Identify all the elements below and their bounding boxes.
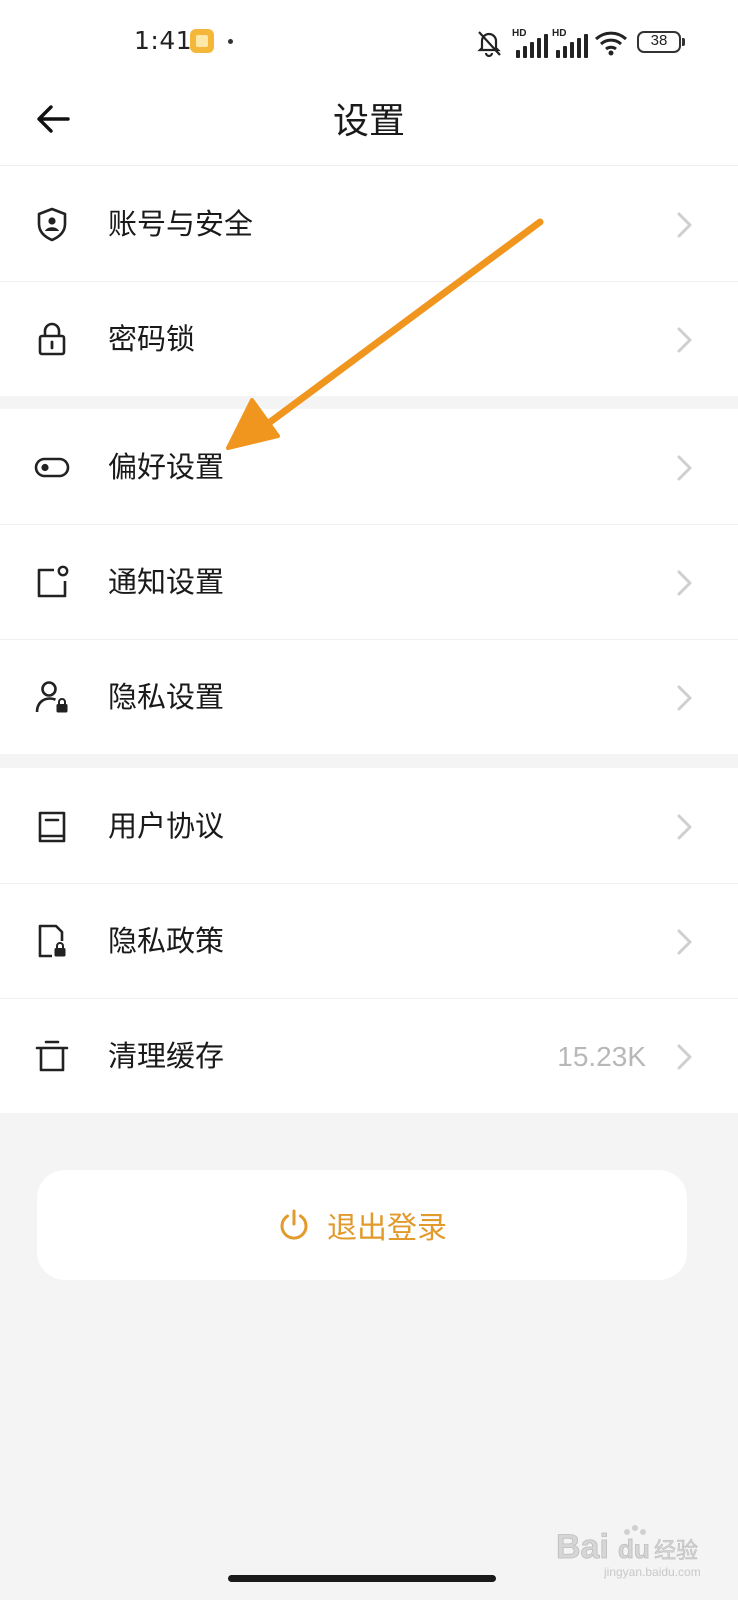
watermark-domain: jingyan.baidu.com (604, 1565, 701, 1579)
document-lock-icon (34, 923, 70, 959)
home-indicator[interactable] (228, 1575, 496, 1582)
chevron-right-icon (677, 212, 692, 238)
mute-bell-icon (477, 31, 501, 58)
lock-icon (34, 321, 70, 357)
signal-strength-2-icon: HD (552, 28, 592, 58)
settings-group-legal: 用户协议 隐私政策 清理缓存 15.23K (0, 768, 738, 1113)
settings-item-privacy-policy[interactable]: 隐私政策 (0, 883, 738, 998)
settings-screen: 1:41 HD HD 38 设置 账号与安全 密码锁 偏好设置 通知设置 隐私设… (0, 0, 738, 1600)
settings-item-label: 清理缓存 (108, 1039, 225, 1073)
notification-icon (34, 564, 70, 600)
chevron-right-icon (677, 929, 692, 955)
cache-size: 15.23K (557, 1041, 646, 1072)
settings-group-preferences: 偏好设置 通知设置 隐私设置 (0, 409, 738, 754)
header: 设置 (0, 84, 738, 166)
wifi-icon (594, 31, 628, 56)
chevron-right-icon (677, 455, 692, 481)
settings-item-preferences[interactable]: 偏好设置 (0, 409, 738, 524)
power-icon (280, 1209, 308, 1240)
chevron-right-icon (677, 327, 692, 353)
more-notifications-dot (228, 39, 233, 44)
page-title: 设置 (332, 101, 405, 142)
settings-item-label: 通知设置 (108, 565, 225, 599)
settings-item-label: 隐私设置 (108, 680, 225, 714)
svg-text:经验: 经验 (654, 1539, 698, 1564)
book-icon (34, 808, 70, 844)
settings-group-account: 账号与安全 密码锁 (0, 166, 738, 396)
toggle-icon (34, 449, 70, 485)
settings-item-notifications[interactable]: 通知设置 (0, 524, 738, 639)
chevron-right-icon (677, 814, 692, 840)
trash-icon (34, 1038, 70, 1074)
logout-label: 退出登录 (327, 1211, 447, 1246)
settings-item-label: 用户协议 (108, 809, 225, 843)
baidu-jingyan-watermark-logo: Bai du 经验 (556, 1525, 698, 1566)
settings-item-password-lock[interactable]: 密码锁 (0, 281, 738, 396)
settings-item-label: 隐私政策 (108, 924, 225, 958)
settings-item-account-security[interactable]: 账号与安全 (0, 166, 738, 281)
chevron-right-icon (677, 570, 692, 596)
app-notification-icon (190, 29, 214, 53)
logout-button[interactable]: 退出登录 (37, 1170, 687, 1280)
settings-item-clear-cache[interactable]: 清理缓存 15.23K (0, 998, 738, 1113)
settings-item-user-agreement[interactable]: 用户协议 (0, 768, 738, 883)
battery-level: 38 (650, 32, 668, 49)
settings-item-label: 密码锁 (108, 322, 196, 356)
status-time: 1:41 (134, 26, 193, 55)
battery-icon: 38 (637, 31, 685, 53)
chevron-right-icon (677, 1044, 692, 1070)
status-bar: 1:41 HD HD 38 (0, 0, 738, 84)
settings-item-label: 偏好设置 (108, 450, 225, 484)
settings-item-privacy[interactable]: 隐私设置 (0, 639, 738, 754)
user-lock-icon (34, 679, 70, 715)
chevron-right-icon (677, 685, 692, 711)
svg-text:du: du (618, 1534, 650, 1564)
svg-text:Bai: Bai (556, 1528, 609, 1566)
shield-icon (34, 206, 70, 242)
settings-item-label: 账号与安全 (108, 207, 254, 241)
signal-strength-1-icon: HD (512, 28, 552, 58)
